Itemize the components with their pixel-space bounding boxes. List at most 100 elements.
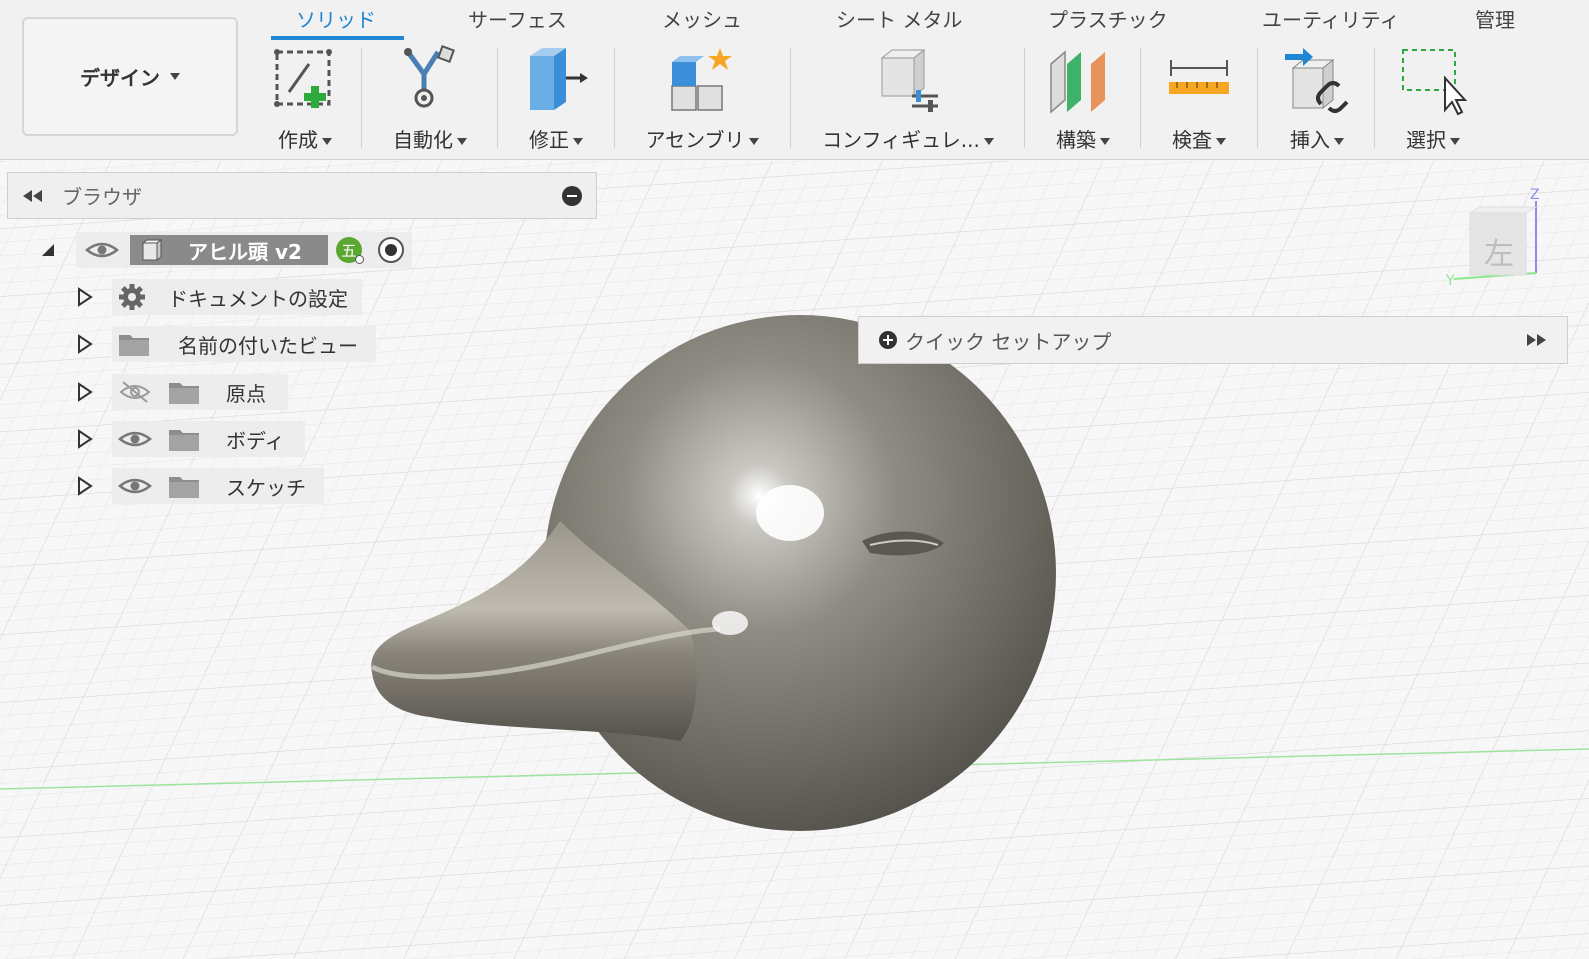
insert-tool[interactable]: 挿入 (1280, 44, 1354, 156)
version-badge: 五 (335, 237, 364, 264)
eye-hidden-icon[interactable] (118, 379, 152, 405)
eye-icon[interactable] (118, 427, 152, 451)
expand-triangle-icon[interactable] (76, 382, 94, 402)
chevron-down-icon (748, 138, 759, 145)
chevron-down-icon (983, 138, 994, 145)
browser-item-label: ドキュメントの設定 (168, 286, 348, 311)
folder-icon (169, 477, 199, 498)
chevron-down-icon (1100, 138, 1110, 145)
configure-tool-label: コンフィギュレ... (822, 128, 980, 152)
inspect-tool[interactable]: 検査 (1162, 44, 1236, 156)
insert-icon (1285, 48, 1349, 113)
browser-item-bodies[interactable]: ボディ (76, 421, 305, 457)
browser-title: ブラウザ (62, 185, 142, 209)
tab-sheet-metal[interactable]: シート メタル (836, 4, 962, 33)
chevron-down-icon (573, 138, 583, 145)
modify-icon (530, 48, 588, 110)
collapse-triangle-icon[interactable] (40, 242, 56, 258)
folder-icon (169, 383, 199, 404)
gear-icon (119, 284, 145, 310)
expand-triangle-icon[interactable] (76, 429, 94, 449)
axis-z-label: Z (1530, 187, 1540, 203)
view-cube-face-label: 左 (1484, 237, 1514, 272)
root-component-label: アヒル頭 v2 (188, 239, 302, 264)
browser-item-sketches[interactable]: スケッチ (76, 468, 324, 504)
configure-tool[interactable]: コンフィギュレ... (812, 44, 1004, 156)
quick-setup-title: クイック セットアップ (905, 329, 1112, 354)
expand-panel-icon[interactable] (1525, 333, 1547, 347)
automate-tool[interactable]: 自動化 (386, 44, 474, 156)
browser-item-label: 原点 (226, 381, 266, 406)
assembly-tool-label: アセンブリ (645, 128, 745, 152)
toolbar-divider (361, 48, 362, 148)
chevron-down-icon (322, 138, 332, 145)
create-tool[interactable]: 作成 (264, 44, 346, 156)
eye-icon[interactable] (118, 474, 152, 498)
tab-mesh[interactable]: メッシュ (662, 4, 742, 33)
activate-component-radio[interactable] (377, 237, 404, 263)
toolbar-divider (790, 48, 791, 148)
view-cube[interactable]: 左 Z Y (1440, 187, 1550, 291)
modify-tool-label: 修正 (529, 128, 569, 152)
root-component-chip[interactable]: アヒル頭 v2 (130, 235, 328, 265)
toolbar-divider (1257, 48, 1258, 148)
automate-icon (404, 45, 455, 108)
assembly-tool[interactable]: アセンブリ (636, 44, 768, 156)
badge-dot-icon (354, 255, 364, 264)
quick-setup-panel[interactable]: クイック セットアップ (858, 316, 1568, 364)
radio-dot-icon (384, 244, 397, 256)
toolbar: デザイン ソリッド サーフェス メッシュ シート メタル プラスチック ユーティ… (0, 0, 1589, 160)
modify-tool[interactable]: 修正 (520, 44, 592, 156)
browser-item-label: 名前の付いたビュー (178, 333, 358, 358)
minimize-panel-icon[interactable] (562, 185, 582, 206)
create-tool-label: 作成 (278, 128, 318, 152)
folder-icon (169, 430, 199, 451)
folder-icon (119, 335, 149, 356)
component-icon (141, 239, 163, 261)
insert-tool-label: 挿入 (1290, 128, 1330, 152)
add-circle-icon (879, 331, 897, 349)
tab-plastic[interactable]: プラスチック (1048, 4, 1168, 33)
construct-tool-label: 構築 (1056, 128, 1096, 152)
toolbar-divider (1024, 48, 1025, 148)
eye-icon[interactable] (84, 238, 120, 262)
browser-item-origin[interactable]: 原点 (76, 374, 288, 410)
browser-panel-header: ブラウザ (7, 172, 597, 219)
expand-triangle-icon[interactable] (76, 287, 94, 307)
tab-surface[interactable]: サーフェス (468, 4, 567, 33)
toolbar-divider (1140, 48, 1141, 148)
create-sketch-icon (274, 49, 332, 108)
browser-item-named-views[interactable]: 名前の付いたビュー (76, 326, 376, 362)
axis-y-label: Y (1446, 273, 1455, 289)
toolbar-divider (614, 48, 615, 148)
select-tool[interactable]: 選択 (1396, 44, 1470, 156)
select-tool-label: 選択 (1406, 128, 1446, 152)
construct-icon (1050, 50, 1105, 114)
toolbar-divider (497, 48, 498, 148)
browser-item-label: ボディ (226, 428, 285, 453)
select-icon (1402, 49, 1468, 116)
tab-manage[interactable]: 管理 (1475, 4, 1515, 33)
browser-item-document-settings[interactable]: ドキュメントの設定 (76, 279, 362, 315)
workspace-label: デザイン (80, 66, 160, 90)
chevron-down-icon (1450, 138, 1460, 145)
construct-tool[interactable]: 構築 (1046, 44, 1120, 156)
chevron-down-icon (170, 73, 180, 80)
chevron-down-icon (1216, 138, 1226, 145)
tab-solid[interactable]: ソリッド (296, 4, 376, 33)
inspect-tool-label: 検査 (1172, 128, 1212, 152)
tab-utility[interactable]: ユーティリティ (1262, 4, 1400, 33)
chevron-down-icon (1334, 138, 1344, 145)
collapse-panel-icon[interactable] (22, 189, 44, 203)
workspace-dropdown[interactable]: デザイン (22, 17, 238, 136)
browser-root-row[interactable]: アヒル頭 v2 五 (40, 232, 412, 268)
toolbar-divider (1374, 48, 1375, 148)
chevron-down-icon (457, 138, 467, 145)
inspect-icon (1169, 60, 1229, 94)
browser-item-label: スケッチ (226, 475, 306, 500)
active-tab-indicator (271, 36, 404, 40)
expand-triangle-icon[interactable] (76, 334, 94, 354)
expand-triangle-icon[interactable] (76, 476, 94, 496)
assembly-icon (671, 48, 732, 111)
automate-tool-label: 自動化 (393, 128, 453, 152)
